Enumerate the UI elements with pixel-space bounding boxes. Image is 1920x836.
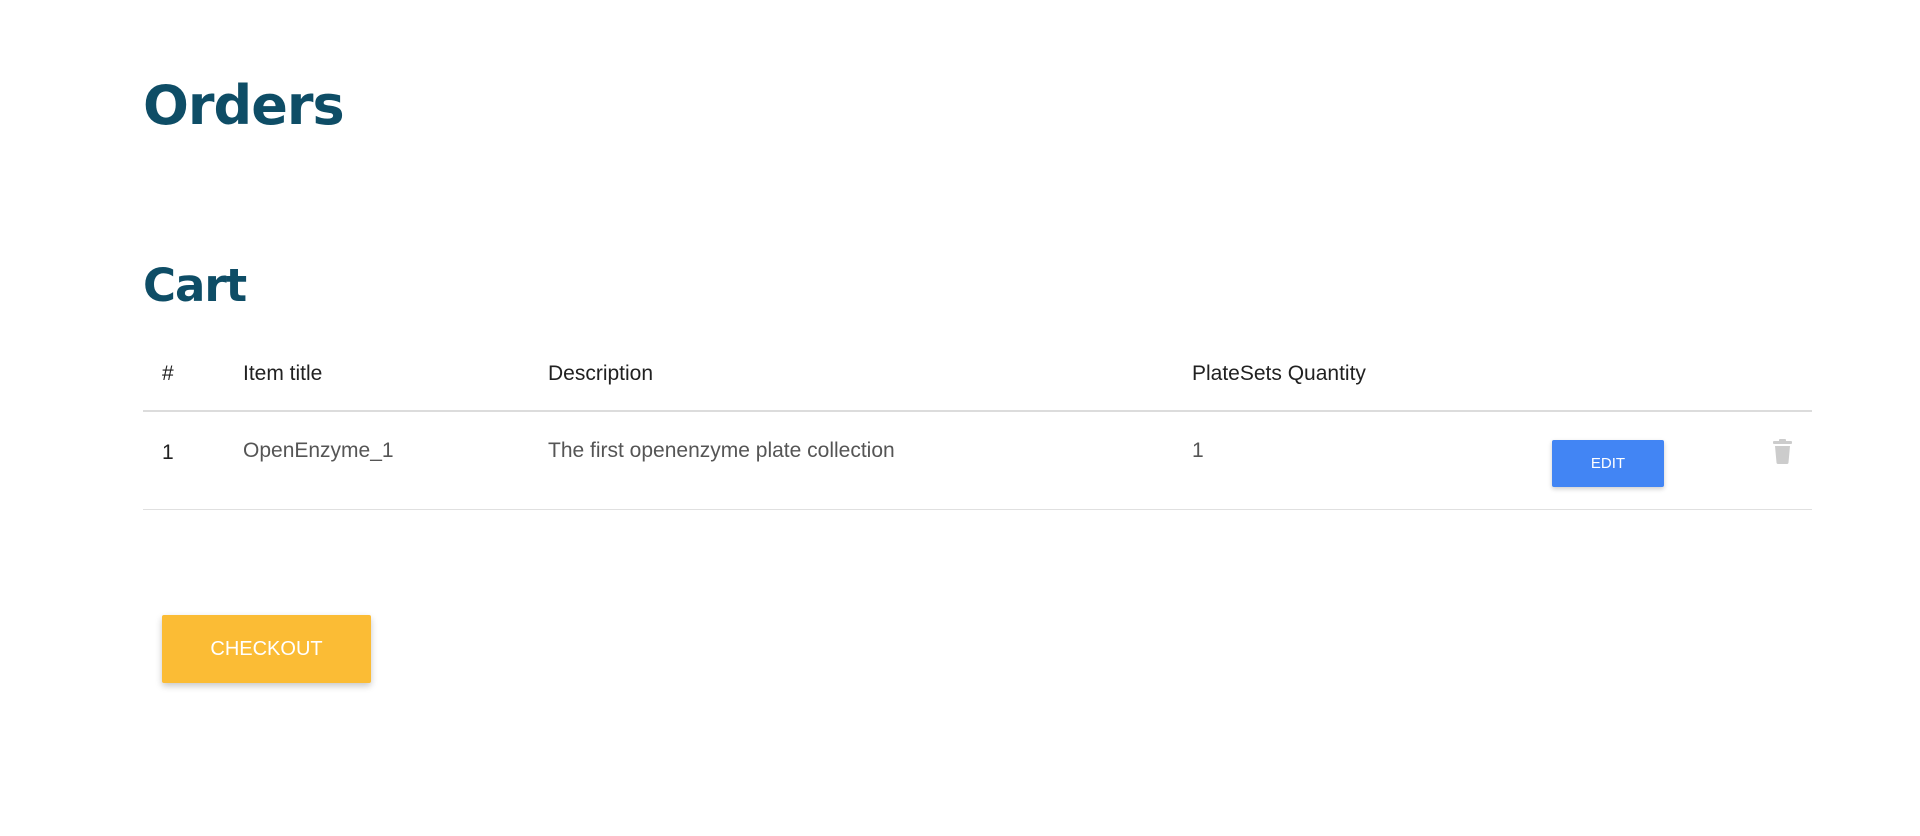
row-number: 1	[162, 441, 174, 464]
checkout-button[interactable]: CHECKOUT	[162, 615, 371, 683]
row-quantity: 1	[1192, 439, 1204, 462]
column-header-item-title: Item title	[243, 362, 323, 385]
column-header-number: #	[162, 362, 174, 385]
page-title: Orders	[143, 74, 345, 137]
row-item-title: OpenEnzyme_1	[243, 439, 394, 462]
column-header-description: Description	[548, 362, 654, 385]
trash-icon[interactable]	[1773, 439, 1792, 464]
orders-page: Orders Cart # Item title Description Pla…	[0, 0, 1920, 836]
row-description: The first openenzyme plate collection	[548, 439, 895, 462]
table-header: # Item title Description PlateSets Quant…	[143, 345, 1812, 412]
table-row: 1 OpenEnzyme_1 The first openenzyme plat…	[143, 412, 1812, 510]
column-header-quantity: PlateSets Quantity	[1192, 362, 1366, 385]
cart-title: Cart	[143, 259, 247, 312]
cart-table: # Item title Description PlateSets Quant…	[143, 345, 1812, 510]
edit-button[interactable]: EDIT	[1552, 440, 1664, 487]
